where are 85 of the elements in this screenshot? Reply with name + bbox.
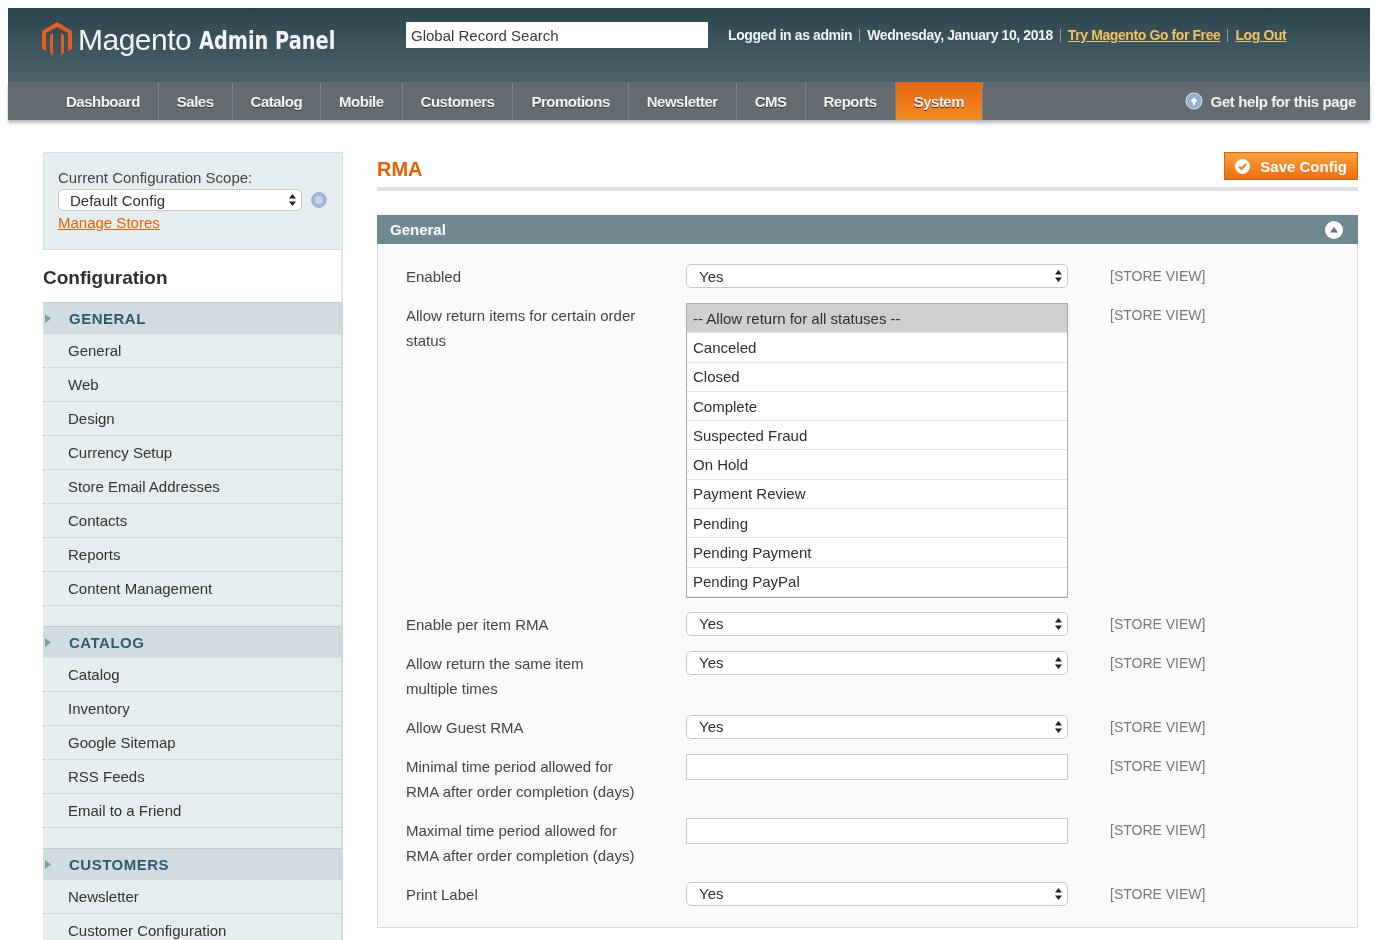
- stepper-icon: [1055, 270, 1062, 282]
- menu-item[interactable]: Store Email Addresses: [43, 470, 341, 504]
- field-label: Maximal time period allowed for RMA after order completion (days): [406, 820, 636, 866]
- field-label: Print Label: [406, 884, 479, 905]
- menu-item[interactable]: RSS Feeds: [43, 760, 341, 794]
- menu-item[interactable]: Contacts: [43, 504, 341, 538]
- list-option[interactable]: Payment Review: [687, 479, 1067, 510]
- list-option[interactable]: Pending Payment: [687, 538, 1067, 568]
- nav-tab[interactable]: Mobile: [321, 82, 403, 120]
- field-label: Minimal time period allowed for RMA after order completion (days): [406, 756, 636, 802]
- nav-tab[interactable]: Reports: [805, 82, 896, 120]
- stepper-icon: [1055, 656, 1062, 669]
- select-field[interactable]: Yes: [686, 881, 1068, 906]
- menu-item[interactable]: Design: [43, 402, 341, 436]
- select-field[interactable]: Yes: [686, 611, 1068, 636]
- menu-item[interactable]: Customer Configuration: [43, 914, 341, 940]
- scope-hint: [STORE VIEW]: [1110, 820, 1206, 840]
- nav-tab[interactable]: Sales: [158, 82, 233, 120]
- list-option[interactable]: Pending: [687, 509, 1067, 539]
- select-field[interactable]: Yes: [686, 650, 1068, 675]
- list-option[interactable]: Suspected Fraud: [687, 421, 1067, 451]
- menu-item[interactable]: Catalog: [43, 658, 341, 692]
- logo-text: Magento: [78, 23, 192, 57]
- input-field[interactable]: [686, 817, 1068, 844]
- stepper-icon: [1055, 720, 1062, 733]
- logo-subtitle: Admin Panel: [199, 25, 336, 55]
- scope-hint: [STORE VIEW]: [1110, 614, 1206, 634]
- section-title: General: [390, 221, 446, 238]
- triangle-icon: [45, 860, 51, 869]
- select-field[interactable]: Yes: [686, 264, 1068, 288]
- help-link[interactable]: Get help for this page: [1210, 92, 1356, 110]
- scope-hint: [STORE VIEW]: [1110, 884, 1206, 904]
- list-option[interactable]: Closed: [687, 362, 1067, 392]
- triangle-icon: [45, 638, 51, 647]
- section-header-bar[interactable]: General: [377, 215, 1358, 244]
- user-status: Logged in as admin: [728, 27, 853, 43]
- nav-tab[interactable]: Customers: [402, 82, 514, 120]
- list-option[interactable]: Complete: [687, 391, 1067, 422]
- header-link[interactable]: Try Magento Go for Free: [1067, 27, 1221, 43]
- select-field[interactable]: Yes: [686, 714, 1068, 739]
- collapse-icon[interactable]: [1325, 220, 1343, 239]
- stepper-icon: [1055, 617, 1062, 630]
- menu-item[interactable]: Email to a Friend: [43, 794, 341, 828]
- field-label: Enabled: [406, 267, 463, 287]
- list-option[interactable]: On Hold: [687, 450, 1067, 480]
- stepper-icon: [289, 194, 297, 206]
- scope-hint: [STORE VIEW]: [1110, 306, 1206, 325]
- header-link[interactable]: Log Out: [1235, 27, 1287, 43]
- scope-select[interactable]: Default Config: [58, 189, 303, 211]
- list-option[interactable]: -- Allow return for all statuses --: [687, 304, 1067, 334]
- scope-label: Current Configuration Scope:: [58, 169, 254, 186]
- check-icon: [1235, 158, 1251, 174]
- field-label: Allow Guest RMA: [406, 717, 525, 738]
- section-header[interactable]: CUSTOMERS: [43, 848, 341, 880]
- menu-item[interactable]: Currency Setup: [43, 436, 341, 470]
- menu-item[interactable]: Web: [43, 368, 341, 402]
- scope-hint: [STORE VIEW]: [1110, 267, 1206, 286]
- logo-icon: [42, 22, 72, 58]
- page-title: RMA: [377, 158, 423, 181]
- triangle-icon: [45, 314, 51, 323]
- section-header[interactable]: GENERAL: [43, 302, 341, 334]
- search-field[interactable]: Global Record Search: [406, 22, 708, 48]
- menu-item[interactable]: Newsletter: [43, 880, 341, 914]
- scope-hint: [STORE VIEW]: [1110, 756, 1206, 776]
- field-label: Allow return items for certain order status: [406, 306, 637, 351]
- nav-tab[interactable]: Newsletter: [628, 82, 737, 120]
- list-option[interactable]: Canceled: [687, 333, 1067, 363]
- field-label: Allow return the same item multiple times: [406, 653, 585, 699]
- field-label: Enable per item RMA: [406, 614, 550, 635]
- input-field[interactable]: [686, 753, 1068, 780]
- menu-item[interactable]: Google Sitemap: [43, 726, 341, 760]
- scope-hint: [STORE VIEW]: [1110, 717, 1206, 737]
- section-header[interactable]: CATALOG: [43, 626, 341, 658]
- menu-item[interactable]: Inventory: [43, 692, 341, 726]
- nav-tab[interactable]: CMS: [736, 82, 806, 120]
- menu-item[interactable]: Reports: [43, 538, 341, 572]
- stepper-icon: [1055, 887, 1062, 900]
- menu-item[interactable]: Content Management: [43, 572, 341, 606]
- nav-tab[interactable]: Promotions: [513, 82, 629, 120]
- menu-item[interactable]: General: [43, 334, 341, 368]
- list-option[interactable]: Pending PayPal: [687, 567, 1067, 597]
- nav-tab[interactable]: Catalog: [232, 82, 322, 120]
- nav-tab[interactable]: Dashboard: [48, 82, 159, 120]
- scope-hint: [STORE VIEW]: [1110, 653, 1206, 673]
- date-text: Wednesday, January 10, 2018: [867, 27, 1053, 43]
